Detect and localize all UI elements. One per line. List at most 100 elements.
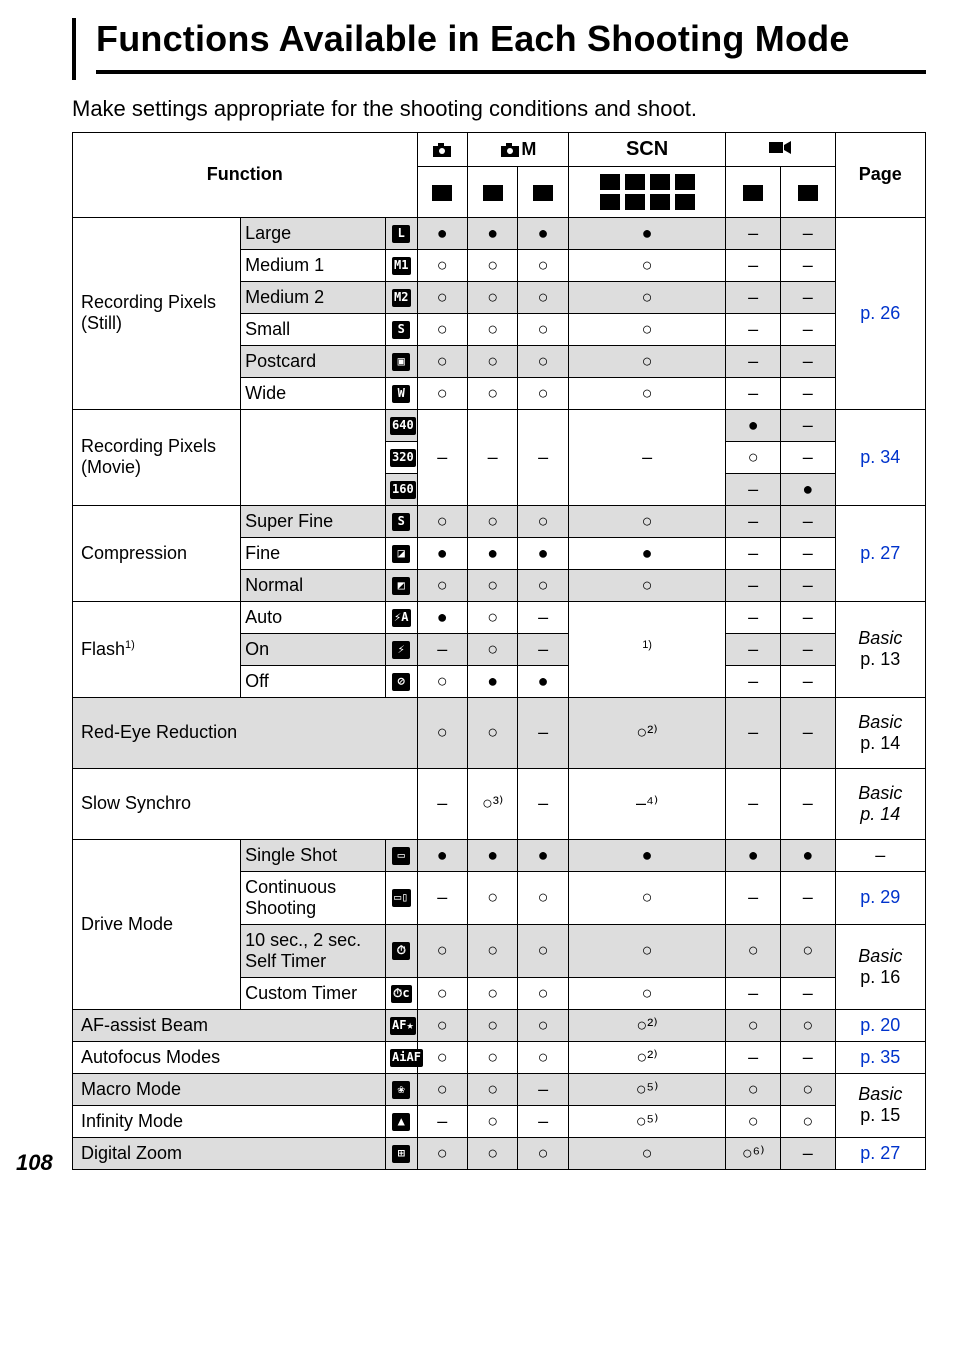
table-cell: ○ <box>518 1009 568 1041</box>
table-cell: ● <box>518 217 568 249</box>
icon-cell: ▭ <box>386 839 418 871</box>
table-cell: ○ <box>518 1041 568 1073</box>
mode-icon: ⏱ <box>392 942 410 960</box>
table-cell: ● <box>518 839 568 871</box>
table-row: Recording Pixels (Still)LargeL●●●●––p. 2… <box>73 217 926 249</box>
table-cell: – <box>780 441 835 473</box>
mode-icon: M2 <box>392 289 410 307</box>
mode-icon: ⊞ <box>392 1145 410 1163</box>
table-cell: ○ <box>417 505 467 537</box>
table-cell: ● <box>417 601 467 633</box>
header-sub-movie1 <box>726 167 781 218</box>
sub-label: Small <box>241 313 386 345</box>
row-label: AF-assist Beam <box>73 1009 386 1041</box>
table-cell: – <box>780 601 835 633</box>
table-cell: – <box>780 249 835 281</box>
table-cell: – <box>726 768 781 839</box>
table-cell: – <box>780 409 835 441</box>
table-cell: – <box>780 345 835 377</box>
icon-cell: ⏱ <box>386 924 418 977</box>
table-cell: – <box>726 505 781 537</box>
header-manual-group-icon: M <box>467 133 568 167</box>
row-label: Macro Mode <box>73 1073 386 1105</box>
header-page: Page <box>835 133 925 218</box>
table-cell: ○ <box>518 281 568 313</box>
page-ref[interactable]: p. 27 <box>835 1137 925 1169</box>
table-cell: – <box>726 601 781 633</box>
page-ref[interactable]: p. 35 <box>835 1041 925 1073</box>
table-cell: ○ <box>568 281 726 313</box>
sub-label: Off <box>241 665 386 697</box>
table-cell: ● <box>568 537 726 569</box>
table-cell: ○ <box>726 1009 781 1041</box>
page-ref[interactable]: p. 27 <box>835 505 925 601</box>
sub-label: Custom Timer <box>241 977 386 1009</box>
table-cell: – <box>780 871 835 924</box>
mode-icon: ▣ <box>392 353 410 371</box>
table-cell: ○ <box>467 377 517 409</box>
table-row: Red-Eye Reduction○○–○²⁾––Basicp. 14 <box>73 697 926 768</box>
mode-icon: ▭▯ <box>392 889 410 907</box>
sub-label: Large <box>241 217 386 249</box>
sub-label: Fine <box>241 537 386 569</box>
table-cell: ○ <box>518 1137 568 1169</box>
table-cell: – <box>780 768 835 839</box>
page-ref[interactable]: p. 34 <box>835 409 925 505</box>
row-label: Red-Eye Reduction <box>73 697 418 768</box>
icon-cell: ▲ <box>386 1105 418 1137</box>
table-cell: ○³⁾ <box>467 768 517 839</box>
table-cell: – <box>518 768 568 839</box>
mode-icon: ❀ <box>392 1081 410 1099</box>
table-cell: ○ <box>568 345 726 377</box>
icon-cell: 320 <box>386 441 418 473</box>
table-cell: ○ <box>518 924 568 977</box>
table-cell: – <box>780 697 835 768</box>
table-cell: – <box>726 313 781 345</box>
icon-cell: L <box>386 217 418 249</box>
header-sub-auto <box>417 167 467 218</box>
table-row: Macro Mode❀○○–○⁵⁾○○Basicp. 15 <box>73 1073 926 1105</box>
table-cell: ○ <box>568 377 726 409</box>
icon-cell: M2 <box>386 281 418 313</box>
table-cell: ● <box>417 839 467 871</box>
table-cell: ○ <box>467 345 517 377</box>
table-cell: – <box>726 633 781 665</box>
table-cell: – <box>518 601 568 633</box>
table-cell: ○ <box>417 345 467 377</box>
title-side-rule <box>72 18 76 80</box>
flash-scn-note: 1) <box>568 601 726 697</box>
table-cell: ○ <box>568 977 726 1009</box>
table-cell: – <box>726 977 781 1009</box>
table-cell: ○ <box>568 1137 726 1169</box>
table-cell: – <box>780 281 835 313</box>
header-sub-m1 <box>467 167 517 218</box>
group-label: Compression <box>73 505 241 601</box>
table-cell: ○ <box>780 1009 835 1041</box>
table-cell: ● <box>518 665 568 697</box>
table-cell: ○ <box>568 924 726 977</box>
table-cell: ○ <box>467 633 517 665</box>
sub-label: Wide <box>241 377 386 409</box>
mode-icon: ▲ <box>392 1113 410 1131</box>
table-cell: ○ <box>467 1009 517 1041</box>
table-cell: ○ <box>467 924 517 977</box>
page-ref[interactable]: p. 29 <box>835 871 925 924</box>
icon-cell: ⊞ <box>386 1137 418 1169</box>
table-cell: ● <box>467 665 517 697</box>
table-cell: – <box>780 505 835 537</box>
table-cell: – <box>726 1041 781 1073</box>
table-cell: ● <box>726 409 781 441</box>
table-cell: – <box>780 633 835 665</box>
table-cell: – <box>726 217 781 249</box>
intro-text: Make settings appropriate for the shooti… <box>72 96 926 122</box>
table-cell: – <box>780 665 835 697</box>
header-function: Function <box>73 133 418 218</box>
page-ref[interactable]: p. 20 <box>835 1009 925 1041</box>
row-label: Digital Zoom <box>73 1137 386 1169</box>
table-cell: ○ <box>417 249 467 281</box>
table-cell: – <box>780 977 835 1009</box>
table-cell: – <box>726 569 781 601</box>
page-ref[interactable]: p. 26 <box>835 217 925 409</box>
table-cell: ○ <box>568 249 726 281</box>
mode-icon: ▭ <box>392 847 410 865</box>
